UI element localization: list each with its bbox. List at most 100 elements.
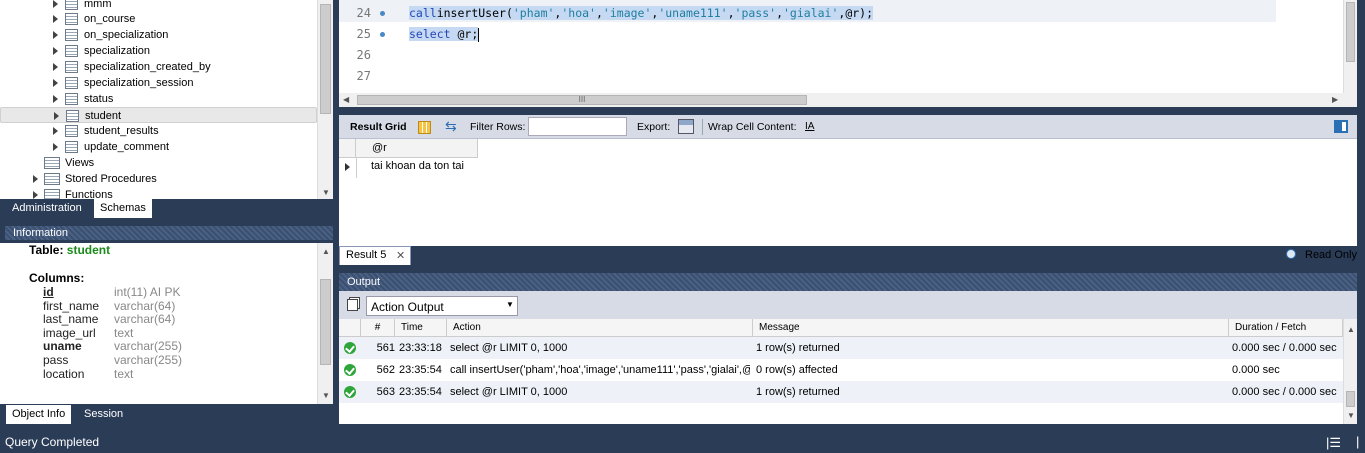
code-token: call bbox=[409, 6, 437, 20]
output-column-header[interactable]: Duration / Fetch bbox=[1229, 319, 1343, 337]
row-header-corner bbox=[339, 139, 356, 158]
tree-item-folder[interactable]: Functions bbox=[0, 187, 317, 199]
tree-item-table[interactable]: update_comment bbox=[0, 139, 317, 155]
grid-cell[interactable]: tai khoan da ton tai bbox=[371, 160, 464, 172]
editor-hscrollbar[interactable]: ◀ III ▶ bbox=[339, 93, 1357, 107]
panel-toggle-icon[interactable] bbox=[1334, 120, 1348, 133]
expand-arrow-icon[interactable] bbox=[54, 112, 59, 120]
columns-label: Columns: bbox=[29, 271, 85, 285]
information-panel: Table: student Columns: id int(11) AI PK f… bbox=[0, 243, 333, 404]
expand-arrow-icon[interactable] bbox=[53, 143, 58, 151]
tab-session[interactable]: Session bbox=[78, 405, 129, 424]
tree-item-label: status bbox=[84, 93, 114, 105]
output-cell-message: 0 row(s) affected bbox=[756, 364, 838, 376]
editor-scrollbar[interactable] bbox=[1343, 0, 1357, 93]
output-column-header[interactable]: Action bbox=[447, 319, 753, 337]
selected-text[interactable]: callinsertUser('pham','hoa','image','una… bbox=[409, 6, 874, 20]
code-token: , bbox=[727, 6, 735, 20]
output-column-header[interactable] bbox=[339, 319, 361, 337]
expand-arrow-icon[interactable] bbox=[53, 0, 58, 8]
tab-administration[interactable]: Administration bbox=[6, 199, 88, 218]
tree-item-table[interactable]: specialization_session bbox=[0, 75, 317, 91]
table-icon bbox=[65, 77, 78, 89]
tree-folder-label: Views bbox=[65, 157, 95, 169]
tree-item-table[interactable]: specialization_created_by bbox=[0, 59, 317, 75]
scroll-thumb[interactable] bbox=[320, 279, 331, 365]
folder-icon bbox=[44, 173, 60, 185]
output-column-header[interactable]: # bbox=[361, 319, 395, 337]
scroll-up-icon[interactable]: ▲ bbox=[1347, 325, 1355, 334]
schema-tree[interactable]: mmm on_course on_specialization specializat… bbox=[0, 0, 333, 199]
scroll-down-icon[interactable]: ▼ bbox=[322, 391, 330, 400]
result-grid-label[interactable]: Result Grid bbox=[350, 121, 407, 133]
output-column-header[interactable]: Message bbox=[753, 319, 1229, 337]
scroll-down-icon[interactable]: ▼ bbox=[322, 188, 330, 197]
expand-arrow-icon[interactable] bbox=[53, 127, 58, 135]
status-divider: | bbox=[1356, 434, 1360, 449]
output-row[interactable]: 563 23:35:54 select @r LIMIT 0, 1000 1 row(… bbox=[339, 381, 1343, 403]
code-line[interactable]: callinsertUser('pham','hoa','image','una… bbox=[409, 4, 874, 22]
chevron-down-icon[interactable]: ▼ bbox=[506, 300, 514, 309]
result-grid[interactable]: @r tai khoan da ton tai bbox=[339, 139, 1357, 246]
schema-tree-scrollbar[interactable]: ▼ bbox=[317, 0, 333, 199]
table-title: Table: student bbox=[29, 243, 110, 257]
tree-item-table[interactable]: on_specialization bbox=[0, 27, 317, 43]
expand-arrow-icon[interactable] bbox=[53, 95, 58, 103]
wrap-cell-icon[interactable]: IA bbox=[805, 121, 814, 132]
scroll-thumb[interactable]: III bbox=[357, 95, 807, 105]
info-icon bbox=[1286, 249, 1296, 259]
scroll-up-icon[interactable]: ▲ bbox=[322, 247, 330, 256]
refresh-icon[interactable]: ⇆ bbox=[445, 118, 457, 135]
code-line[interactable]: select @r; bbox=[409, 25, 480, 43]
output-column-header[interactable]: Time bbox=[395, 319, 447, 337]
table-icon bbox=[65, 125, 78, 137]
sql-editor[interactable]: 24 callinsertUser('pham','hoa','image','u… bbox=[339, 0, 1357, 93]
success-check-icon bbox=[344, 342, 356, 354]
grid-view-icon[interactable] bbox=[418, 121, 431, 134]
statement-marker-icon bbox=[380, 11, 385, 16]
expand-arrow-icon[interactable] bbox=[33, 175, 38, 183]
tree-folder-label: Stored Procedures bbox=[65, 173, 157, 185]
output-row[interactable]: 562 23:35:54 call insertUser('pham','hoa',… bbox=[339, 359, 1343, 381]
output-row[interactable]: 561 23:33:18 select @r LIMIT 0, 1000 1 row(… bbox=[339, 337, 1343, 359]
tree-item-table[interactable]: on_course bbox=[0, 11, 317, 27]
expand-arrow-icon[interactable] bbox=[53, 63, 58, 71]
tree-item-table[interactable]: status bbox=[0, 91, 317, 107]
expand-arrow-icon[interactable] bbox=[53, 47, 58, 55]
scroll-down-icon[interactable]: ▼ bbox=[1347, 411, 1355, 420]
output-table[interactable]: # Time Action Message Duration / Fetch 561 23:… bbox=[339, 319, 1357, 424]
tree-item-table[interactable]: specialization bbox=[0, 43, 317, 59]
export-icon[interactable] bbox=[678, 119, 694, 134]
filter-rows-input[interactable] bbox=[528, 117, 627, 136]
expand-arrow-icon[interactable] bbox=[53, 31, 58, 39]
tree-item-table[interactable]: student_results bbox=[0, 123, 317, 139]
tree-item-label: student_results bbox=[84, 125, 159, 137]
code-token: 'pass' bbox=[734, 6, 777, 20]
column-name: id bbox=[43, 285, 54, 299]
output-toggle-icon[interactable]: |☰ bbox=[1326, 433, 1341, 453]
expand-arrow-icon[interactable] bbox=[33, 191, 38, 199]
output-header: Output bbox=[339, 273, 1357, 291]
scroll-thumb[interactable] bbox=[1346, 391, 1355, 407]
close-icon[interactable]: ✕ bbox=[396, 249, 405, 262]
tree-item-folder[interactable]: Views bbox=[0, 155, 317, 171]
tab-schemas[interactable]: Schemas bbox=[94, 199, 152, 218]
tab-result-5[interactable]: Result 5 ✕ bbox=[339, 246, 411, 265]
line-number: 26 bbox=[356, 48, 371, 62]
expand-arrow-icon[interactable] bbox=[53, 15, 58, 23]
tree-item-folder[interactable]: Stored Procedures bbox=[0, 171, 317, 187]
scroll-left-icon[interactable]: ◀ bbox=[343, 95, 349, 104]
info-scrollbar[interactable]: ▲ ▼ bbox=[317, 243, 333, 404]
expand-arrow-icon[interactable] bbox=[53, 79, 58, 87]
grid-column-header[interactable]: @r bbox=[356, 139, 478, 158]
copy-icon[interactable] bbox=[347, 299, 358, 311]
selected-text[interactable]: select @r; bbox=[409, 27, 479, 41]
scroll-thumb[interactable] bbox=[1346, 2, 1355, 62]
scroll-right-icon[interactable]: ▶ bbox=[1332, 95, 1338, 104]
output-scrollbar[interactable]: ▲ ▼ bbox=[1343, 319, 1357, 424]
tree-item-table[interactable]: student bbox=[0, 107, 317, 123]
line-number: 24 bbox=[356, 6, 371, 20]
tab-object-info[interactable]: Object Info bbox=[6, 405, 72, 424]
output-type-dropdown[interactable]: Action Output ▼ bbox=[366, 296, 518, 316]
scroll-thumb[interactable] bbox=[320, 4, 331, 114]
